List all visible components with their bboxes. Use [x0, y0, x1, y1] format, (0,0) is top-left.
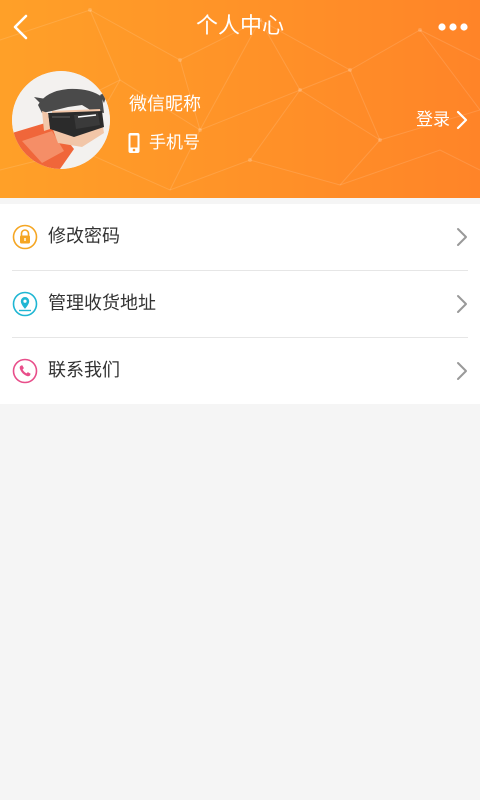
menu-item-label: 管理收货地址: [48, 293, 156, 314]
page-title: 个人中心: [195, 14, 284, 39]
chevron-right-icon: [456, 110, 468, 130]
menu-item-manage-address[interactable]: 管理收货地址: [0, 271, 480, 337]
phone-icon: [12, 358, 38, 384]
avatar-illustration: [12, 71, 110, 169]
login-label: 登录: [416, 110, 450, 130]
more-button[interactable]: [438, 16, 468, 38]
chevron-right-icon: [457, 362, 467, 380]
phone-label: 手机号: [149, 133, 200, 153]
menu-list: 修改密码 管理收货地址 联系我们: [0, 204, 480, 404]
menu-item-change-password[interactable]: 修改密码: [0, 204, 480, 270]
avatar[interactable]: [12, 71, 110, 169]
menu-item-label: 联系我们: [48, 360, 120, 381]
chevron-right-icon: [457, 228, 467, 246]
menu-item-contact-us[interactable]: 联系我们: [0, 338, 480, 404]
menu-item-label: 修改密码: [48, 226, 120, 247]
nickname: 微信昵称: [129, 94, 201, 115]
phone-row: 手机号: [127, 130, 200, 156]
login-button[interactable]: 登录: [416, 107, 468, 133]
chevron-right-icon: [457, 295, 467, 313]
lock-icon: [12, 224, 38, 250]
location-icon: [12, 291, 38, 317]
mobile-phone-icon: [128, 133, 140, 153]
profile-header: 个人中心 微信昵称 手机号 登录: [0, 0, 480, 198]
more-dots-icon: [438, 23, 468, 31]
